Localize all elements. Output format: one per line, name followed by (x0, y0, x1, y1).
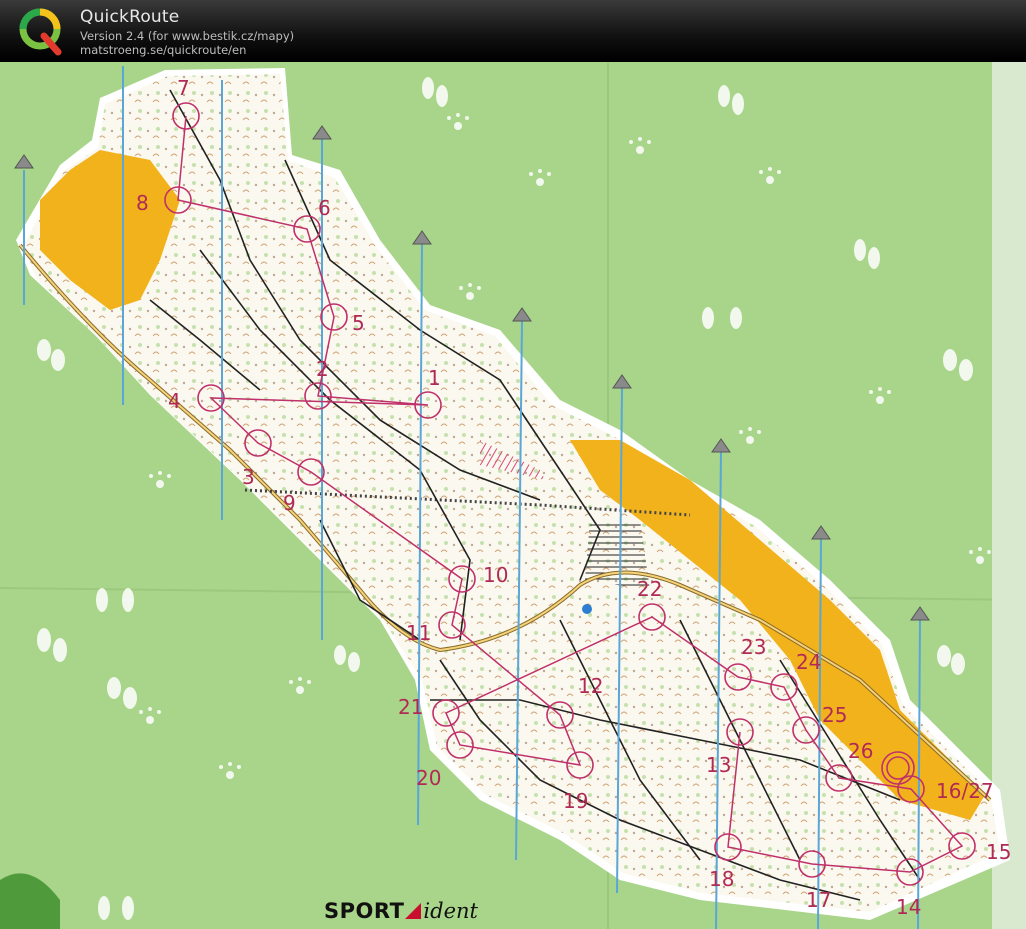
orienteering-map[interactable]: 1 2 3 4 5 6 7 8 9 10 11 12 13 14 15 16/2… (0, 62, 1026, 929)
control-number-15: 15 (986, 840, 1011, 864)
sportident-triangle-icon (405, 903, 422, 919)
control-number-7: 7 (177, 76, 190, 100)
control-number-5: 5 (352, 311, 365, 335)
map-canvas[interactable]: 1 2 3 4 5 6 7 8 9 10 11 12 13 14 15 16/2… (0, 62, 1026, 929)
control-number-4: 4 (168, 389, 181, 413)
control-number-24: 24 (796, 650, 821, 674)
control-number-8: 8 (136, 191, 149, 215)
control-number-12: 12 (578, 674, 603, 698)
website-text: matstroeng.se/quickroute/en (80, 43, 247, 57)
gps-start-marker (582, 604, 592, 614)
control-number-23: 23 (741, 635, 766, 659)
control-number-20: 20 (416, 766, 441, 790)
control-number-18: 18 (709, 867, 734, 891)
control-number-10: 10 (483, 563, 508, 587)
app-title: QuickRoute (80, 7, 180, 27)
control-number-26: 26 (848, 739, 873, 763)
brand-sport-text: SPORT (324, 899, 405, 923)
control-number-21: 21 (398, 695, 423, 719)
sportident-logo: SPORT ident (324, 898, 478, 924)
control-number-14: 14 (896, 895, 921, 919)
brand-ident-text: ident (423, 899, 478, 923)
control-number-6: 6 (318, 196, 331, 220)
control-number-9: 9 (283, 491, 296, 515)
control-number-22: 22 (637, 577, 662, 601)
control-number-19: 19 (563, 789, 588, 813)
control-number-16-27: 16/27 (936, 779, 994, 803)
control-number-3: 3 (242, 465, 255, 489)
quickroute-logo-icon (19, 8, 62, 56)
title-bar: QuickRoute Version 2.4 (for www.bestik.c… (0, 0, 1026, 62)
control-number-25: 25 (822, 703, 847, 727)
control-number-2: 2 (316, 357, 329, 381)
control-number-11: 11 (406, 621, 431, 645)
version-text: Version 2.4 (for www.bestik.cz/mapy) (80, 29, 295, 43)
control-number-17: 17 (806, 888, 831, 912)
control-number-1: 1 (428, 366, 441, 390)
control-number-13: 13 (706, 753, 731, 777)
